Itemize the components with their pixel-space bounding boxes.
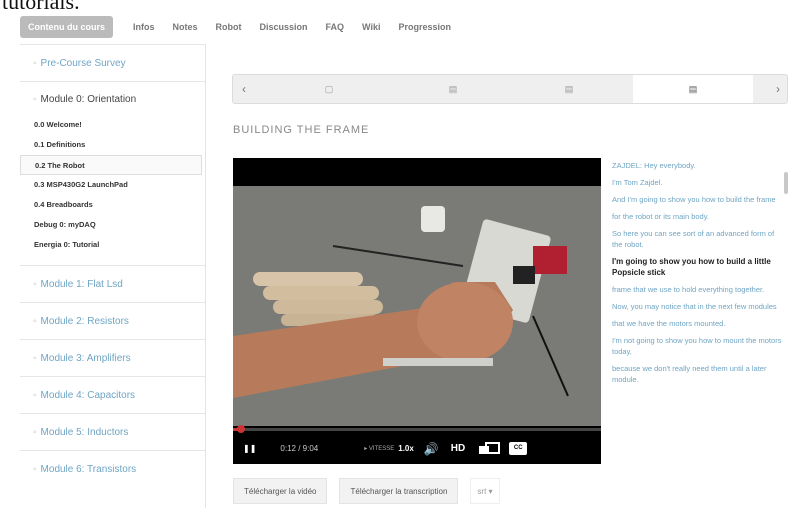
video-controls: ❚❚ 0:12 / 9:04 ▸ VITESSE 1.0x 🔊 HD CC (233, 433, 601, 464)
speed-label[interactable]: ▸ VITESSE (364, 445, 394, 452)
transcript-line[interactable]: So here you can see sort of an advanced … (612, 228, 784, 250)
video-still-image (233, 186, 601, 426)
video-frame[interactable] (233, 186, 601, 426)
video-icon: ▤ (688, 84, 698, 94)
unit-title: BUILDING THE FRAME (233, 124, 370, 136)
volume-icon[interactable]: 🔊 (424, 442, 439, 456)
sequence-item-video[interactable]: ▤ (509, 75, 629, 103)
course-sidebar: ◦ Pre-Course Survey ◦ Module 0: Orientatio… (20, 44, 206, 508)
sidebar-item-module-5[interactable]: ◦ Module 5: Inductors (20, 413, 205, 450)
chevron-left-icon[interactable]: ‹ (233, 75, 255, 103)
subsection-item-selected[interactable]: 0.2 The Robot (20, 155, 202, 175)
sidebar-item-module-6[interactable]: ◦ Module 6: Transistors (20, 450, 205, 487)
transcript-line[interactable]: And I'm going to show you how to build t… (612, 194, 784, 205)
bullet-icon: ◦ (33, 316, 37, 327)
tab-wiki[interactable]: Wiki (362, 22, 380, 32)
course-tabs: Contenu du cours Infos Notes Robot Discu… (20, 12, 788, 42)
tab-notes[interactable]: Notes (173, 22, 198, 32)
sidebar-item-module-4[interactable]: ◦ Module 4: Capacitors (20, 376, 205, 413)
speed-value[interactable]: 1.0x (398, 444, 414, 453)
cc-button[interactable]: CC (509, 442, 528, 455)
video-time: 0:12 / 9:04 (280, 444, 319, 453)
subsection-item[interactable]: 0.3 MSP430G2 LaunchPad (20, 175, 205, 195)
transcript-line[interactable]: Now, you may notice that in the next few… (612, 301, 784, 312)
subsection-item[interactable]: 0.1 Definitions (20, 135, 205, 155)
sidebar-item-pre-course-survey[interactable]: ◦ Pre-Course Survey (20, 44, 205, 81)
transcript-line[interactable]: I'm Tom Zajdel. (612, 177, 784, 188)
transcript-scrollbar[interactable] (784, 172, 788, 194)
bullet-icon: ◦ (33, 427, 37, 438)
sequence-item-video-active[interactable]: ▤ (633, 75, 753, 103)
video-icon: ▤ (448, 84, 458, 94)
page-icon: ▢ (324, 84, 334, 94)
sequence-item-video[interactable]: ▤ (393, 75, 513, 103)
bullet-icon: ◦ (33, 94, 37, 105)
tab-courseware[interactable]: Contenu du cours (20, 16, 113, 38)
transcript-line[interactable]: I'm not going to show you how to mount t… (612, 335, 784, 357)
download-video-button[interactable]: Télécharger la vidéo (233, 478, 328, 504)
chevron-right-icon[interactable]: › (767, 75, 788, 103)
sidebar-item-module-3[interactable]: ◦ Module 3: Amplifiers (20, 339, 205, 376)
video-transcript: ZAJDEL: Hey everybody. I'm Tom Zajdel. A… (612, 160, 784, 475)
video-icon: ▤ (564, 84, 574, 94)
tab-faq[interactable]: FAQ (326, 22, 345, 32)
sequence-item-page[interactable]: ▢ (269, 75, 389, 103)
tab-progress[interactable]: Progression (398, 22, 451, 32)
download-links: Télécharger la vidéo Télécharger la tran… (233, 478, 500, 504)
subsection-item[interactable]: Debug 0: myDAQ (20, 215, 205, 235)
subsection-list: 0.0 Welcome! 0.1 Definitions 0.2 The Rob… (20, 113, 205, 265)
subsection-item[interactable]: 0.4 Breadboards (20, 195, 205, 215)
bullet-icon: ◦ (33, 464, 37, 475)
transcript-line[interactable]: ZAJDEL: Hey everybody. (612, 160, 784, 171)
tab-info[interactable]: Infos (133, 22, 155, 32)
hd-button[interactable]: HD (451, 443, 465, 454)
transcript-line-current[interactable]: I'm going to show you how to build a lit… (612, 256, 784, 278)
subsection-item[interactable]: Energia 0: Tutorial (20, 235, 205, 255)
sidebar-item-module-2[interactable]: ◦ Module 2: Resistors (20, 302, 205, 339)
transcript-format-select[interactable]: srt ▾ (470, 478, 500, 504)
subsection-item[interactable]: 0.0 Welcome! (20, 115, 205, 135)
sidebar-item-module-0[interactable]: ◦ Module 0: Orientation (20, 81, 205, 113)
pause-icon[interactable]: ❚❚ (243, 444, 256, 453)
transcript-line[interactable]: frame that we use to hold everything tog… (612, 284, 784, 295)
transcript-line[interactable]: because we don't really need them until … (612, 363, 784, 385)
transcript-line[interactable]: for the robot or its main body. (612, 211, 784, 222)
video-progress-bar[interactable] (233, 425, 601, 433)
fullscreen-icon[interactable] (479, 442, 501, 455)
bullet-icon: ◦ (33, 279, 37, 290)
download-transcript-button[interactable]: Télécharger la transcription (339, 478, 459, 504)
page-overflow-text: tutorials. (0, 0, 788, 12)
video-scrubber-handle[interactable] (237, 425, 246, 433)
bullet-icon: ◦ (33, 353, 37, 364)
transcript-line[interactable]: that we have the motors mounted. (612, 318, 784, 329)
sequence-navigation: ‹ ▢ ▤ ▤ ▤ › (232, 74, 788, 104)
video-player[interactable]: ❚❚ 0:12 / 9:04 ▸ VITESSE 1.0x 🔊 HD CC (233, 158, 601, 464)
sidebar-item-module-1[interactable]: ◦ Module 1: Flat Lsd (20, 265, 205, 302)
bullet-icon: ◦ (33, 390, 37, 401)
tab-robot[interactable]: Robot (216, 22, 242, 32)
tab-discussion[interactable]: Discussion (260, 22, 308, 32)
bullet-icon: ◦ (33, 58, 37, 69)
